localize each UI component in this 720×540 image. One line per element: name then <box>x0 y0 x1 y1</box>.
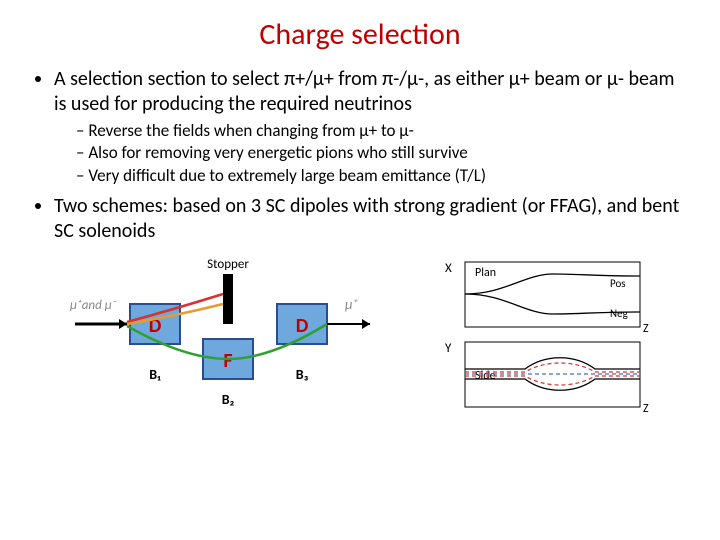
sub-bullet-1: Reverse the fields when changing from μ+… <box>76 121 690 141</box>
stopper-label: Stopper <box>207 257 249 272</box>
f-label: F <box>223 349 232 373</box>
pos-label: Pos <box>610 277 626 290</box>
bullet-1-text: A selection section to select π+/μ+ from… <box>54 67 674 116</box>
sub-bullet-3: Very difficult due to extremely large be… <box>76 166 690 186</box>
bullet-list: A selection section to select π+/μ+ from… <box>34 67 690 244</box>
output-label: μ⁺ <box>345 296 359 313</box>
sub-bullet-list: Reverse the fields when changing from μ+… <box>76 121 690 186</box>
sub-bullet-2: Also for removing very energetic pions w… <box>76 143 690 163</box>
b2-label: B₂ <box>222 391 235 408</box>
diagram-row: μ⁺and μ⁻ D B₁ F B₂ Stopper D B₃ <box>30 254 690 414</box>
neg-label: Neg <box>610 307 628 320</box>
side-label: Side <box>475 369 496 383</box>
bullet-2: Two schemes: based on 3 SC dipoles with … <box>54 194 690 244</box>
b3-label: B₃ <box>296 366 309 383</box>
bullet-1: A selection section to select π+/μ+ from… <box>54 67 690 186</box>
slide-title: Charge selection <box>30 16 690 53</box>
y-label: Y <box>445 341 452 356</box>
x-label: X <box>445 261 452 276</box>
b1-label: B₁ <box>149 366 161 383</box>
solenoid-diagram: X Plan Pos Neg Z Y Side Z <box>435 254 655 414</box>
plan-label: Plan <box>475 266 496 280</box>
dipole-diagram: μ⁺and μ⁻ D B₁ F B₂ Stopper D B₃ <box>65 254 405 414</box>
z1-label: Z <box>643 322 649 336</box>
input-label: μ⁺and μ⁻ <box>70 298 117 313</box>
z2-label: Z <box>643 402 649 414</box>
